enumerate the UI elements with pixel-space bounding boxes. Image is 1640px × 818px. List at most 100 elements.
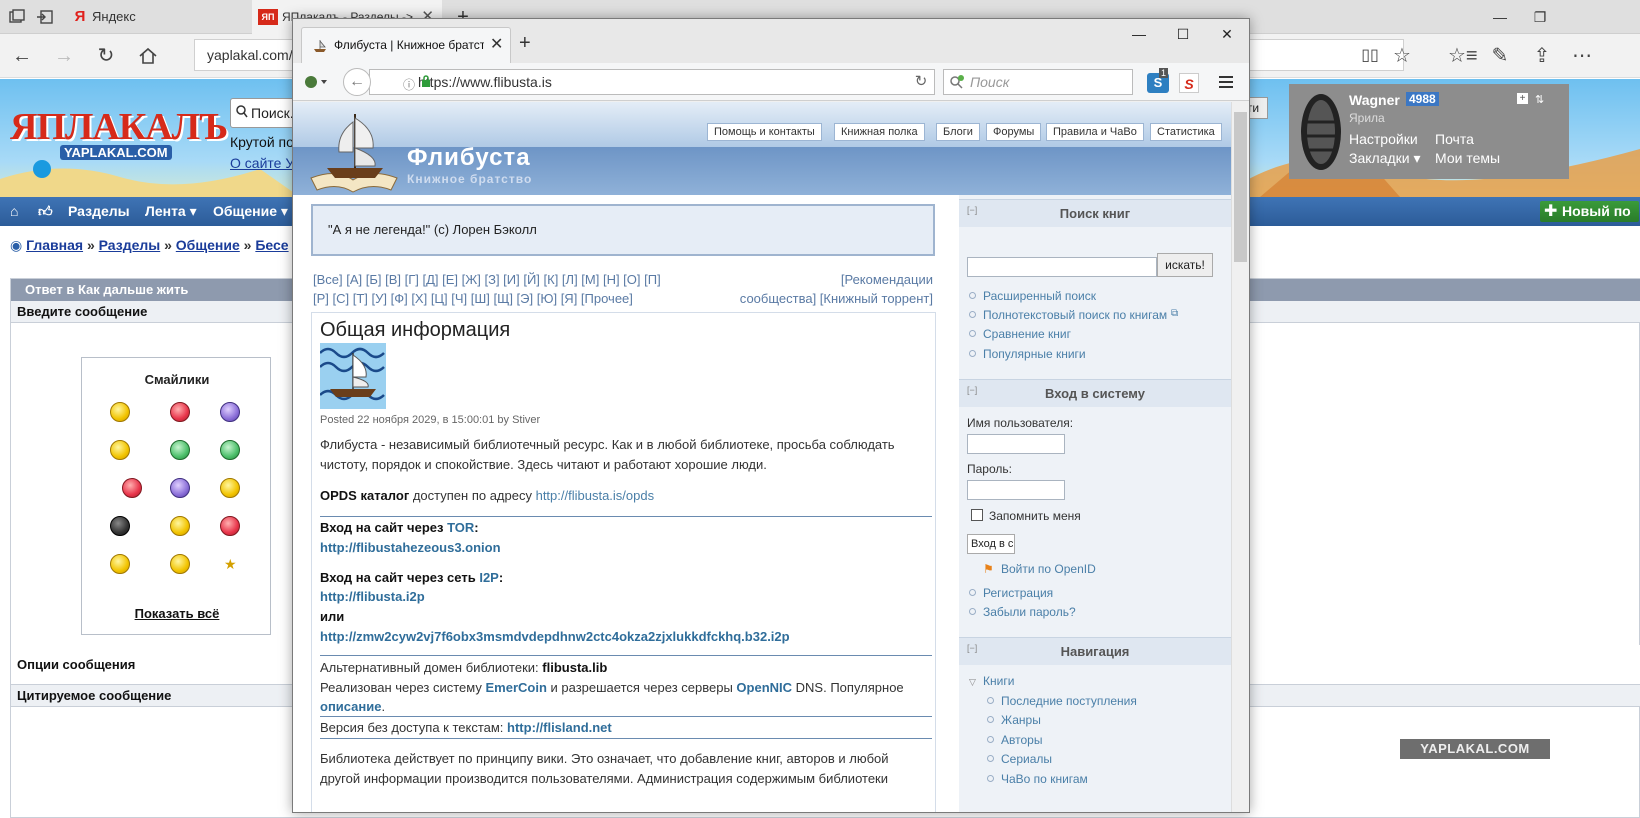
openid-login-link[interactable]: Войти по OpenID [1001, 562, 1096, 576]
favorite-star-icon[interactable]: ☆ [1390, 44, 1414, 68]
tor-onion-link[interactable]: http://flibustahezeous3.onion [320, 538, 930, 558]
reload-icon[interactable]: ↻ [907, 69, 935, 95]
breadcrumb-obshchenie[interactable]: Общение [176, 237, 240, 253]
user-name[interactable]: Wagner [1349, 92, 1400, 108]
no-access-link[interactable]: http://flisland.net [507, 720, 612, 735]
smiley-sad-icon[interactable] [170, 478, 190, 498]
new-tab-button[interactable]: + [519, 33, 531, 53]
reading-view-icon[interactable]: ▯▯ [1358, 44, 1382, 68]
menu-obshchenie[interactable]: Общение ▾ [213, 197, 288, 226]
opennic-link[interactable]: OpenNIC [736, 680, 792, 695]
close-window-button[interactable]: ✕ [1205, 19, 1249, 49]
yaplakal-top-links[interactable]: О сайте Уч [230, 155, 302, 171]
s-addon-icon[interactable]: S [1179, 73, 1199, 93]
register-link[interactable]: Регистрация [983, 586, 1053, 600]
scrollbar-thumb[interactable] [1234, 112, 1247, 262]
smiley-sick-icon[interactable] [220, 440, 240, 460]
smiley-ninja-icon[interactable] [110, 516, 130, 536]
flibusta-site-name[interactable]: Флибуста [407, 144, 531, 172]
search-submit-button[interactable]: искать! [1157, 253, 1213, 277]
login-button[interactable]: Вход в с [967, 534, 1015, 554]
back-icon[interactable]: ← [10, 44, 34, 68]
breadcrumb-home[interactable]: Главная [26, 237, 83, 253]
emercoin-link[interactable]: EmerCoin [485, 680, 546, 695]
smiley-fight-icon[interactable] [122, 478, 142, 498]
smiley-gun-icon[interactable] [170, 440, 190, 460]
nav-faq-link[interactable]: ЧаВо по книгам [1001, 772, 1088, 786]
username-field[interactable] [967, 434, 1065, 454]
avatar[interactable] [1299, 92, 1343, 172]
like-icon[interactable]: 👍︎ [38, 197, 53, 226]
tab-stats[interactable]: Статистика [1150, 123, 1222, 141]
back-icon[interactable]: ← [343, 68, 371, 96]
tab-preview-icon[interactable] [8, 8, 26, 26]
menu-lenta[interactable]: Лента ▾ [145, 197, 197, 226]
restore-button[interactable]: ❐ [1520, 0, 1560, 34]
search-engine-icon[interactable] [949, 75, 965, 89]
home-icon[interactable] [136, 44, 160, 68]
collapse-toggle[interactable]: [−] [967, 196, 977, 224]
refresh-icon[interactable]: ↻ [94, 44, 118, 68]
sort-icon[interactable]: ⇅ [1535, 93, 1544, 106]
user-bookmarks-link[interactable]: Закладки ▾ [1349, 150, 1421, 167]
smiley-medal-icon[interactable] [110, 554, 130, 574]
recommendations-link[interactable]: [Рекомендации [841, 270, 933, 289]
minimize-button[interactable]: — [1117, 19, 1161, 49]
opds-link[interactable]: http://flibusta.is/opds [536, 488, 655, 503]
smiley-think-icon[interactable] [110, 440, 130, 460]
edge-tab-yandex[interactable]: Я Яндекс [62, 0, 252, 34]
advanced-search-link[interactable]: Расширенный поиск [983, 289, 1096, 303]
smiley-shy-icon[interactable] [220, 402, 240, 422]
tab-blogs[interactable]: Блоги [936, 123, 980, 141]
new-post-button[interactable]: ✚ Новый по [1540, 201, 1639, 222]
book-search-input[interactable] [967, 257, 1157, 277]
tab-bookshelf[interactable]: Книжная полка [834, 123, 925, 141]
smiley-girl-icon[interactable] [220, 516, 240, 536]
smiley-laugh-icon[interactable] [170, 516, 190, 536]
smiley-star-icon[interactable]: ★ [224, 556, 237, 573]
more-icon[interactable]: ⋯ [1570, 44, 1594, 68]
show-all-smilies-link[interactable]: Показать всё [82, 606, 272, 621]
smiley-wave-icon[interactable] [220, 478, 240, 498]
description-link[interactable]: описание [320, 699, 381, 714]
breadcrumb-topic[interactable]: Бесе [255, 237, 288, 253]
info-icon[interactable]: ⓘ [403, 76, 415, 93]
user-settings-link[interactable]: Настройки [1349, 131, 1418, 147]
close-tab-icon[interactable]: ✕ [490, 28, 503, 62]
breadcrumb-razdely[interactable]: Разделы [99, 237, 161, 253]
set-aside-tabs-icon[interactable] [36, 8, 54, 26]
minimize-button[interactable]: — [1480, 0, 1520, 34]
torrent-link[interactable]: сообщества] [Книжный торрент] [740, 289, 933, 308]
tab-rules[interactable]: Правила и ЧаВо [1046, 123, 1144, 141]
web-note-icon[interactable]: ✎ [1488, 44, 1512, 68]
hamburger-menu-icon[interactable] [1217, 73, 1235, 91]
nav-authors-link[interactable]: Авторы [1001, 733, 1042, 747]
popular-books-link[interactable]: Популярные книги [983, 347, 1086, 361]
i2p-url-link[interactable]: http://flibusta.i2p [320, 587, 930, 607]
scrollbar[interactable] [1231, 102, 1249, 812]
nav-genres-link[interactable]: Жанры [1001, 713, 1041, 727]
nav-series-link[interactable]: Сериалы [1001, 752, 1052, 766]
add-icon[interactable]: + [1517, 93, 1528, 104]
maximize-button[interactable]: ☐ [1161, 19, 1205, 49]
remember-me-checkbox[interactable] [971, 509, 983, 521]
tab-help[interactable]: Помощь и контакты [707, 123, 822, 141]
addon-menu-icon[interactable] [303, 73, 329, 91]
tor-link[interactable]: TOR [447, 520, 474, 535]
smiley-love-icon[interactable] [170, 402, 190, 422]
favorites-hub-icon[interactable]: ☆≡ [1448, 44, 1478, 68]
fulltext-search-link[interactable]: Полнотекстовый поиск по книгам [983, 308, 1167, 322]
firefox-address-bar[interactable]: https://www.flibusta.is [369, 69, 935, 95]
collapse-toggle[interactable]: [−] [967, 376, 977, 404]
nav-latest-link[interactable]: Последние поступления [1001, 694, 1137, 708]
menu-razdely[interactable]: Разделы [68, 197, 130, 226]
password-field[interactable] [967, 480, 1065, 500]
home-icon[interactable]: ⌂ [10, 197, 18, 226]
user-mail-link[interactable]: Почта [1435, 131, 1474, 147]
flibusta-logo-ship[interactable] [307, 108, 399, 194]
smiley-rofl-icon[interactable] [170, 554, 190, 574]
share-icon[interactable]: ⇪ [1530, 44, 1554, 68]
forward-icon[interactable]: → [52, 44, 76, 68]
tab-forums[interactable]: Форумы [986, 123, 1042, 141]
user-my-topics-link[interactable]: Мои темы [1435, 150, 1500, 166]
